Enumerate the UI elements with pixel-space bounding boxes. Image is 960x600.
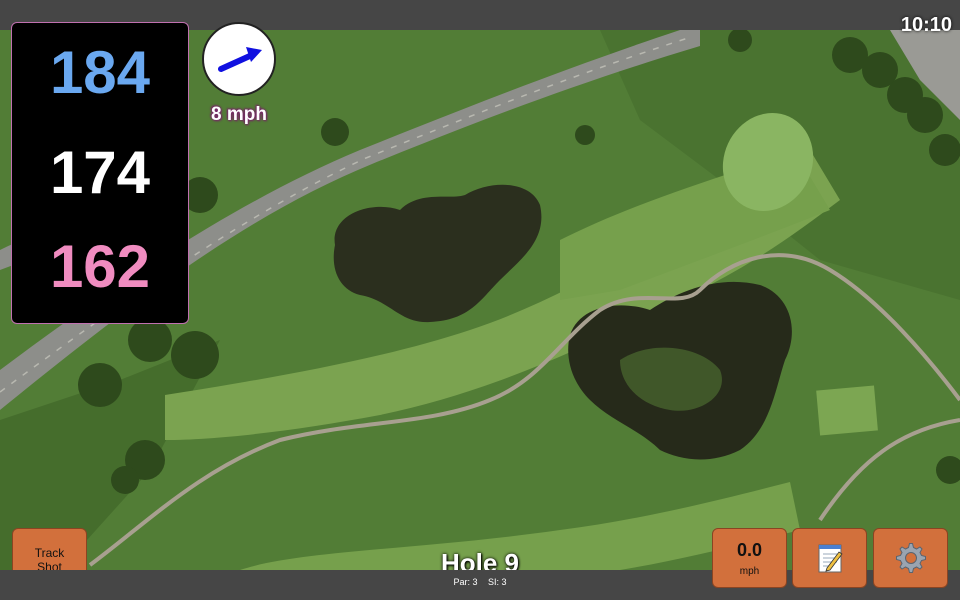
middle-distance: 174	[49, 139, 151, 206]
hole-par: Par: 3	[453, 577, 478, 587]
hole-meta: Par: 3 SI: 3	[380, 577, 580, 587]
speed-unit: mph	[739, 566, 760, 577]
gear-icon	[895, 543, 926, 573]
wind-speed: 8 mph	[211, 104, 267, 125]
wind-dial	[202, 22, 276, 96]
back-distance: 184	[49, 39, 151, 106]
hole-si: SI: 3	[488, 577, 507, 587]
speed-button[interactable]: 0.0 mph	[712, 528, 787, 588]
notepad-icon	[818, 544, 843, 573]
clock: 10:10	[900, 14, 952, 36]
wind-arrow-icon	[218, 47, 262, 72]
settings-button[interactable]	[873, 528, 948, 588]
speed-value: 0.0	[736, 540, 763, 560]
distance-panel: 184 174 162	[11, 22, 189, 324]
track-shot-label-line1: Track	[34, 546, 65, 560]
notes-button[interactable]	[792, 528, 867, 588]
front-distance: 162	[49, 233, 151, 300]
